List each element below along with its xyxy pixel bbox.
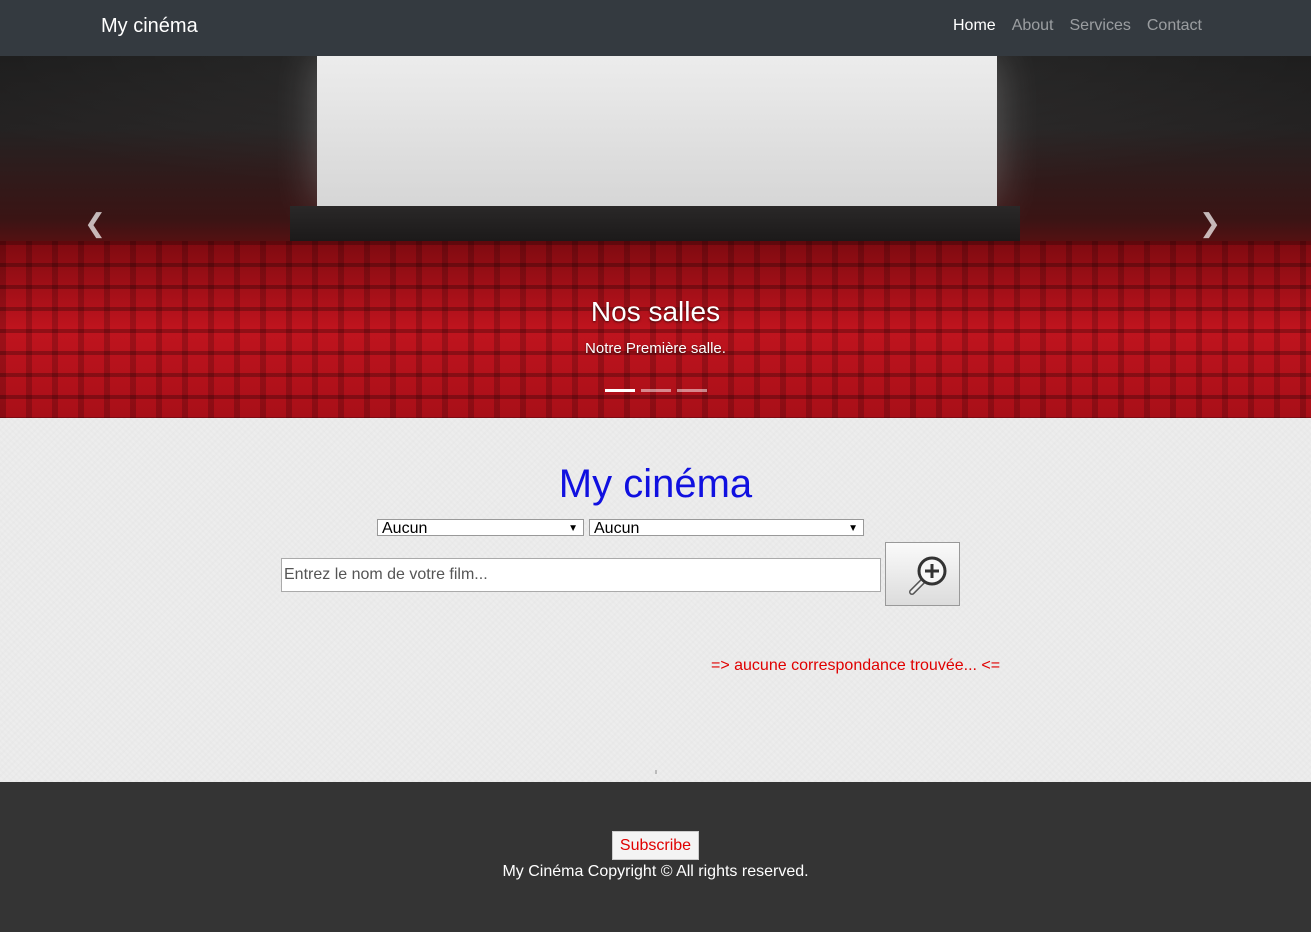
nav-home[interactable]: Home xyxy=(953,17,996,35)
nav-services[interactable]: Services xyxy=(1070,17,1131,35)
navbar: My cinéma Home About Services Contact xyxy=(0,0,1311,56)
filter-select-2-value: Aucun xyxy=(594,520,640,537)
divider-dot xyxy=(655,770,657,774)
dropdown-arrow-icon: ▼ xyxy=(568,523,578,534)
hero-carousel: ❮ ❯ Nos salles Notre Première salle. xyxy=(0,56,1311,418)
nav-contact[interactable]: Contact xyxy=(1147,17,1202,35)
carousel-indicators xyxy=(605,389,707,392)
film-search-input[interactable] xyxy=(281,558,881,592)
subscribe-button[interactable]: Subscribe xyxy=(612,831,699,860)
page-title: My cinéma xyxy=(558,462,753,506)
cinema-screen-image xyxy=(317,56,997,206)
chevron-right-icon: ❯ xyxy=(1199,208,1221,238)
filter-select-1-value: Aucun xyxy=(382,520,428,537)
indicator-slide-2[interactable] xyxy=(641,389,671,392)
main-content: My cinéma Aucun ▼ Aucun ▼ => aucune corr… xyxy=(0,418,1311,782)
copyright-text: My Cinéma Copyright © All rights reserve… xyxy=(502,863,809,880)
nav-about[interactable]: About xyxy=(1012,17,1054,35)
nav-links: Home About Services Contact xyxy=(953,17,1202,35)
indicator-slide-1[interactable] xyxy=(605,389,635,392)
cinema-stage-image xyxy=(290,206,1020,246)
carousel-next-button[interactable]: ❯ xyxy=(1195,208,1225,238)
footer: Subscribe My Cinéma Copyright © All righ… xyxy=(0,782,1311,932)
magnifier-zoom-icon xyxy=(909,556,947,595)
indicator-slide-3[interactable] xyxy=(677,389,707,392)
carousel-prev-button[interactable]: ❮ xyxy=(80,208,110,238)
chevron-left-icon: ❮ xyxy=(84,208,106,238)
caption-text: Notre Première salle. xyxy=(585,340,726,357)
search-button[interactable] xyxy=(885,542,960,606)
dropdown-arrow-icon: ▼ xyxy=(848,523,858,534)
filter-select-2[interactable]: Aucun ▼ xyxy=(589,519,864,537)
brand-link[interactable]: My cinéma xyxy=(101,15,198,38)
no-result-message: => aucune correspondance trouvée... <= xyxy=(711,657,1001,674)
caption-title: Nos salles xyxy=(590,296,721,327)
filter-select-1[interactable]: Aucun ▼ xyxy=(377,519,584,537)
